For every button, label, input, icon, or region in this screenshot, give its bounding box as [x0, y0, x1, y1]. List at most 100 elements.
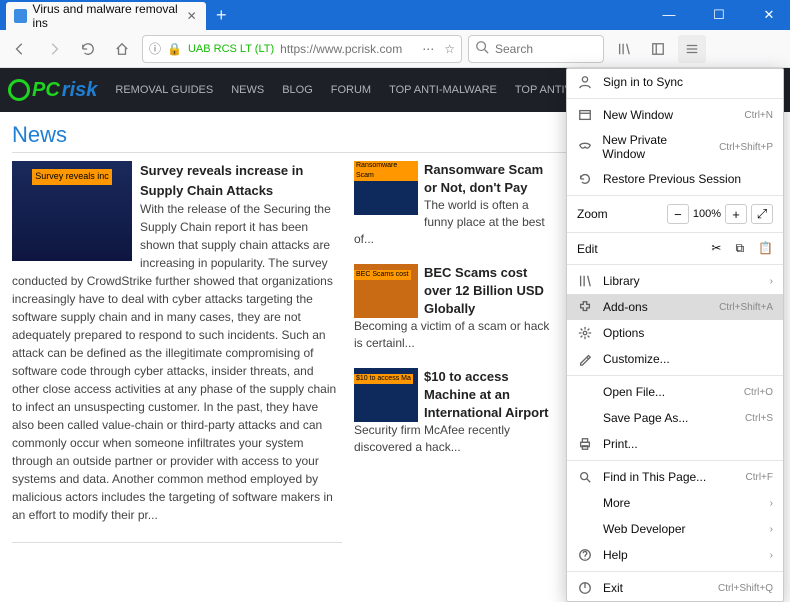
user-icon [577, 74, 593, 90]
power-icon [577, 580, 593, 596]
search-icon [577, 469, 593, 485]
menu-label: More [603, 496, 630, 510]
sidebar-button[interactable] [644, 35, 672, 63]
window-icon [577, 107, 593, 123]
app-menu-panel: Sign in to Sync New WindowCtrl+N New Pri… [566, 68, 784, 602]
menu-edit: Edit ✂ ⧉ 📋 [567, 236, 783, 261]
menu-customize[interactable]: Customize... [567, 346, 783, 372]
mini-thumb: $10 to access Ma [354, 368, 418, 422]
nav-link[interactable]: NEWS [231, 84, 264, 96]
nav-link[interactable]: FORUM [331, 84, 371, 96]
back-button[interactable] [6, 35, 34, 63]
tab-favicon [14, 9, 27, 23]
zoom-in-button[interactable]: + [725, 204, 747, 224]
menu-print[interactable]: Print... [567, 431, 783, 457]
menu-restore-session[interactable]: Restore Previous Session [567, 166, 783, 192]
menu-label: Save Page As... [603, 411, 688, 425]
help-icon [577, 547, 593, 563]
zoom-value: 100% [693, 208, 721, 220]
info-icon[interactable]: ⓘ [149, 40, 161, 57]
article-thumbnail: Survey reveals inc [12, 161, 132, 261]
menu-label: Customize... [603, 352, 670, 366]
magnifier-icon [8, 79, 30, 101]
menu-label: Web Developer [603, 522, 686, 536]
gear-icon [577, 325, 593, 341]
mini-thumb: BEC Scams cost [354, 264, 418, 318]
lock-icon: 🔒 [167, 42, 182, 56]
menu-label: Zoom [577, 207, 608, 221]
menu-new-window[interactable]: New WindowCtrl+N [567, 102, 783, 128]
menu-label: Add-ons [603, 300, 648, 314]
menu-label: New Private Window [602, 133, 709, 161]
nav-link[interactable]: BLOG [282, 84, 313, 96]
article-title[interactable]: Survey reveals increase in Supply Chain … [140, 163, 303, 198]
url-text: https://www.pcrisk.com [280, 42, 402, 56]
puzzle-icon [577, 299, 593, 315]
zoom-out-button[interactable]: − [667, 204, 689, 224]
maximize-button[interactable]: ☐ [704, 7, 734, 23]
bookmark-star-icon[interactable]: ☆ [444, 42, 455, 56]
fullscreen-button[interactable]: ⤢ [751, 204, 773, 224]
menu-library[interactable]: Library› [567, 268, 783, 294]
search-icon [475, 40, 489, 57]
new-tab-button[interactable]: + [216, 5, 227, 26]
browser-tab[interactable]: Virus and malware removal ins ✕ [6, 2, 206, 30]
mini-title[interactable]: BEC Scams cost over 12 Billion USD Globa… [424, 265, 544, 316]
menu-label: Exit [603, 581, 623, 595]
mini-body: Security firm McAfee recently discovered… [354, 423, 510, 454]
menu-label: Help [603, 548, 628, 562]
restore-icon [577, 171, 593, 187]
page-actions-icon[interactable]: ⋯ [422, 42, 434, 56]
library-button[interactable] [610, 35, 638, 63]
nav-link[interactable]: REMOVAL GUIDES [115, 84, 213, 96]
mini-thumb: Ransomware Scam [354, 161, 418, 215]
mini-article: BEC Scams cost BEC Scams cost over 12 Bi… [354, 264, 554, 352]
cert-label: UAB RCS LT (LT) [188, 43, 274, 55]
paint-icon [577, 351, 593, 367]
secondary-articles: Ransomware Scam Ransomware Scam or Not, … [354, 161, 554, 543]
menu-sign-in[interactable]: Sign in to Sync [567, 69, 783, 95]
menu-label: Sign in to Sync [603, 75, 683, 89]
menu-addons[interactable]: Add-onsCtrl+Shift+A [567, 294, 783, 320]
menu-options[interactable]: Options [567, 320, 783, 346]
address-bar[interactable]: ⓘ 🔒 UAB RCS LT (LT) https://www.pcrisk.c… [142, 35, 462, 63]
copy-icon[interactable]: ⧉ [735, 241, 744, 256]
reload-button[interactable] [74, 35, 102, 63]
menu-exit[interactable]: ExitCtrl+Shift+Q [567, 575, 783, 601]
mini-article: $10 to access Ma $10 to access Machine a… [354, 368, 554, 456]
window-titlebar: Virus and malware removal ins ✕ + — ☐ ✕ [0, 0, 790, 30]
search-bar[interactable] [468, 35, 604, 63]
menu-open-file[interactable]: Open File...Ctrl+O [567, 379, 783, 405]
menu-label: Print... [603, 437, 638, 451]
menu-label: Restore Previous Session [603, 172, 741, 186]
menu-help[interactable]: Help› [567, 542, 783, 568]
mini-body: Becoming a victim of a scam or hack is c… [354, 319, 549, 350]
minimize-button[interactable]: — [654, 7, 684, 23]
menu-zoom: Zoom − 100% + ⤢ [567, 199, 783, 229]
menu-label: Open File... [603, 385, 665, 399]
menu-save-page[interactable]: Save Page As...Ctrl+S [567, 405, 783, 431]
menu-find[interactable]: Find in This Page...Ctrl+F [567, 464, 783, 490]
cut-icon[interactable]: ✂ [711, 241, 721, 256]
mask-icon [577, 139, 592, 155]
nav-link[interactable]: TOP ANTI-MALWARE [389, 84, 497, 96]
menu-web-developer[interactable]: Web Developer› [567, 516, 783, 542]
menu-more[interactable]: More› [567, 490, 783, 516]
mini-title[interactable]: $10 to access Machine at an Internationa… [424, 369, 548, 420]
mini-title[interactable]: Ransomware Scam or Not, don't Pay [424, 162, 543, 195]
print-icon [577, 436, 593, 452]
browser-toolbar: ⓘ 🔒 UAB RCS LT (LT) https://www.pcrisk.c… [0, 30, 790, 68]
close-tab-icon[interactable]: ✕ [185, 9, 198, 23]
mini-article: Ransomware Scam Ransomware Scam or Not, … [354, 161, 554, 248]
search-input[interactable] [495, 42, 597, 56]
hamburger-menu-button[interactable] [678, 35, 706, 63]
forward-button[interactable] [40, 35, 68, 63]
paste-icon[interactable]: 📋 [758, 241, 773, 256]
menu-label: Edit [577, 242, 598, 256]
home-button[interactable] [108, 35, 136, 63]
menu-new-private-window[interactable]: New Private WindowCtrl+Shift+P [567, 128, 783, 166]
tab-title: Virus and malware removal ins [33, 2, 180, 30]
close-window-button[interactable]: ✕ [754, 7, 784, 23]
site-logo[interactable]: PCrisk [8, 79, 97, 102]
menu-label: New Window [603, 108, 673, 122]
